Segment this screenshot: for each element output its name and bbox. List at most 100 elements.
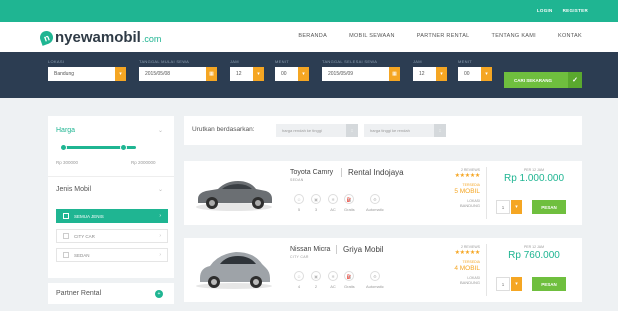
seat-icon: ☺ bbox=[294, 271, 304, 281]
result-card: Nissan Micra Griya Mobil CITY CAR ☺ 4 ▣ 2 … bbox=[184, 238, 582, 302]
check-icon: ✓ bbox=[568, 72, 582, 88]
chevron-down-icon[interactable]: ▾ bbox=[115, 67, 126, 81]
sort-bar: Urutkan berdasarkan: harga rendah ke tin… bbox=[184, 116, 582, 145]
checkbox-icon bbox=[63, 233, 69, 239]
logo-icon: n bbox=[38, 29, 55, 46]
divider bbox=[48, 176, 174, 177]
feature-gas: ⛽ Gratis bbox=[344, 271, 355, 289]
chevron-down-icon[interactable]: ▾ bbox=[298, 67, 309, 81]
top-bar: LOGIN REGISTER bbox=[0, 0, 618, 22]
end-minute-field: MENIT 00 ▾ bbox=[458, 59, 492, 81]
nav-mobil-sewaan[interactable]: MOBIL SEWAAN bbox=[349, 33, 395, 39]
start-date-field: TANGGAL MULAI SEWA 2015/05/08 ▦ bbox=[139, 59, 217, 81]
checkbox-icon bbox=[63, 213, 69, 219]
gas-icon: ⛽ bbox=[344, 194, 355, 204]
price-period: PER 12 JAM bbox=[523, 168, 545, 172]
calendar-icon[interactable]: ▦ bbox=[389, 67, 400, 81]
sort-low-high-button[interactable]: harga rendah ke tinggi ↕ bbox=[276, 124, 358, 137]
range-max-handle[interactable] bbox=[120, 144, 127, 151]
price-max: Rp 2000000 bbox=[131, 160, 156, 165]
range-min-handle[interactable] bbox=[60, 144, 67, 151]
sort-high-low-button[interactable]: harga tinggi ke rendah ↕ bbox=[364, 124, 446, 137]
gear-icon: ⚙ bbox=[369, 194, 380, 204]
car-name[interactable]: Toyota Camry bbox=[290, 169, 333, 176]
start-minute-field: MENIT 00 ▾ bbox=[275, 59, 309, 81]
result-card: Toyota Camry Rental Indojaya SEDAN ☺ 5 ▣ 3… bbox=[184, 161, 582, 225]
start-hour-select[interactable]: 12 ▾ bbox=[230, 67, 264, 81]
end-date-field: TANGGAL SELESAI SEWA 2015/05/09 ▦ bbox=[322, 59, 400, 81]
partner-title: Partner Rental bbox=[56, 290, 102, 297]
feature-transmission: ⚙ Automatic bbox=[366, 194, 384, 212]
chevron-right-icon: › bbox=[159, 252, 161, 258]
chevron-down-icon[interactable]: ▾ bbox=[481, 67, 492, 81]
feature-bags: ▣ 3 bbox=[311, 194, 321, 212]
feature-gas: ⛽ Gratis bbox=[344, 194, 355, 212]
nav-beranda[interactable]: BERANDA bbox=[298, 33, 327, 39]
location-value: BANDUNG bbox=[459, 203, 480, 208]
divider bbox=[486, 244, 487, 296]
gas-icon: ⛽ bbox=[344, 271, 355, 281]
logo[interactable]: n nyewamobil .com bbox=[38, 29, 162, 46]
location-field: LOKASI Bandung ▾ bbox=[48, 59, 126, 81]
chevron-down-icon[interactable]: ▾ bbox=[253, 67, 264, 81]
vendor-name[interactable]: Rental Indojaya bbox=[341, 168, 404, 177]
car-image bbox=[196, 252, 272, 289]
chevron-down-icon[interactable]: ▾ bbox=[511, 200, 522, 214]
start-minute-select[interactable]: 00 ▾ bbox=[275, 67, 309, 81]
jenis-item-sedan[interactable]: SEDAN › bbox=[56, 248, 168, 262]
chevron-right-icon: › bbox=[159, 213, 161, 219]
feature-ac: ❄ AC bbox=[328, 194, 338, 212]
ac-icon: ❄ bbox=[328, 194, 338, 204]
sort-label: Urutkan berdasarkan: bbox=[192, 126, 255, 133]
order-button[interactable]: PESAN bbox=[532, 200, 566, 214]
chevron-down-icon[interactable]: ▾ bbox=[511, 277, 522, 291]
feature-ac: ❄ AC bbox=[328, 271, 338, 289]
sort-icon: ↕ bbox=[434, 124, 446, 137]
end-hour-select[interactable]: 12 ▾ bbox=[413, 67, 447, 81]
header: n nyewamobil .com BERANDA MOBIL SEWAAN P… bbox=[0, 22, 618, 52]
bag-icon: ▣ bbox=[311, 194, 321, 204]
sort-icon: ↕ bbox=[346, 124, 358, 137]
car-class: CITY CAR bbox=[290, 255, 309, 259]
end-minute-select[interactable]: 00 ▾ bbox=[458, 67, 492, 81]
vendor-name[interactable]: Griya Mobil bbox=[336, 245, 383, 254]
end-date-input[interactable]: 2015/05/09 ▦ bbox=[322, 67, 400, 81]
start-date-input[interactable]: 2015/05/08 ▦ bbox=[139, 67, 217, 81]
nav-partner-rental[interactable]: PARTNER RENTAL bbox=[417, 33, 470, 39]
feature-seats: ☺ 4 bbox=[294, 271, 304, 289]
price-min: Rp 300000 bbox=[56, 160, 79, 165]
main-nav: BERANDA MOBIL SEWAAN PARTNER RENTAL TENT… bbox=[298, 33, 582, 39]
quantity-input[interactable]: 1 bbox=[496, 277, 510, 291]
jenis-item-semua[interactable]: SEMUA JENIS › bbox=[56, 209, 168, 223]
location-value: BANDUNG bbox=[459, 280, 480, 285]
jenis-item-city-car[interactable]: CITY CAR › bbox=[56, 229, 168, 243]
price-period: PER 12 JAM bbox=[523, 245, 545, 249]
nav-kontak[interactable]: KONTAK bbox=[558, 33, 582, 39]
price-range-slider[interactable] bbox=[60, 144, 136, 151]
plus-icon[interactable]: + bbox=[155, 290, 163, 298]
search-button[interactable]: CARI SEKARANG ✓ bbox=[504, 72, 582, 88]
nav-tentang-kami[interactable]: TENTANG KAMI bbox=[492, 33, 536, 39]
quantity-input[interactable]: 1 bbox=[496, 200, 510, 214]
gear-icon: ⚙ bbox=[369, 271, 380, 281]
car-name[interactable]: Nissan Micra bbox=[290, 246, 330, 253]
calendar-icon[interactable]: ▦ bbox=[206, 67, 217, 81]
feature-bags: ▣ 2 bbox=[311, 271, 321, 289]
seat-icon: ☺ bbox=[294, 194, 304, 204]
harga-title: Harga bbox=[56, 127, 76, 134]
register-link[interactable]: REGISTER bbox=[563, 8, 588, 13]
bag-icon: ▣ bbox=[311, 271, 321, 281]
divider bbox=[48, 278, 174, 283]
available-label: TERSEDIA bbox=[462, 183, 480, 187]
feature-seats: ☺ 5 bbox=[294, 194, 304, 212]
car-class: SEDAN bbox=[290, 178, 304, 182]
rating-stars: ★★★★★ bbox=[454, 250, 481, 256]
checkbox-icon bbox=[63, 252, 69, 258]
brand-suffix: .com bbox=[141, 34, 162, 44]
order-button[interactable]: PESAN bbox=[532, 277, 566, 291]
feature-transmission: ⚙ Automatic bbox=[366, 271, 384, 289]
location-select[interactable]: Bandung ▾ bbox=[48, 67, 126, 81]
available-label: TERSEDIA bbox=[462, 260, 480, 264]
chevron-down-icon[interactable]: ▾ bbox=[436, 67, 447, 81]
login-link[interactable]: LOGIN bbox=[537, 8, 553, 13]
